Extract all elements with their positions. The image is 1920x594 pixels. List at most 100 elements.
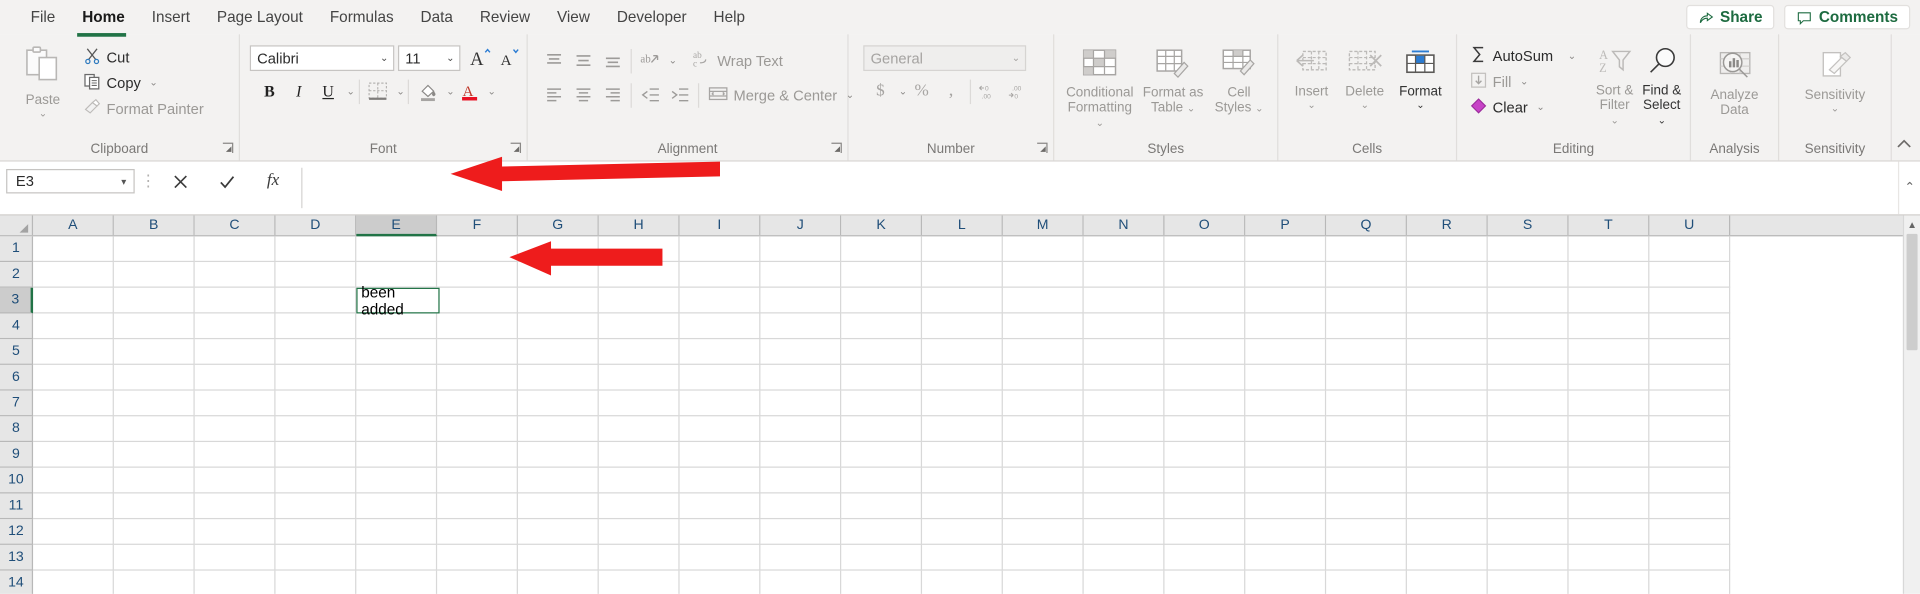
cell-J7[interactable] [760,391,841,417]
cell-H1[interactable] [599,236,680,262]
cell-G12[interactable] [518,519,599,545]
cell-G6[interactable] [518,365,599,391]
cell-G13[interactable] [518,545,599,571]
cell-B10[interactable] [114,468,195,494]
clear-chevron-down-icon[interactable]: ⌄ [1536,102,1544,113]
cell-M12[interactable] [1003,519,1084,545]
cell-B8[interactable] [114,416,195,442]
cell-N2[interactable] [1084,262,1165,288]
cell-T2[interactable] [1569,262,1650,288]
cell-K5[interactable] [841,339,922,365]
row-header-4[interactable]: 4 [0,313,33,339]
cell-O2[interactable] [1164,262,1245,288]
cell-G11[interactable] [518,493,599,519]
row-header-1[interactable]: 1 [0,236,33,262]
cell-F9[interactable] [437,442,518,468]
row-header-10[interactable]: 10 [0,468,33,494]
cell-F3[interactable] [437,288,518,314]
cell-U3[interactable] [1649,288,1730,314]
alignment-dialog-launcher-icon[interactable] [830,142,842,154]
cell-I7[interactable] [680,391,761,417]
cell-T5[interactable] [1569,339,1650,365]
cell-I1[interactable] [680,236,761,262]
cell-R5[interactable] [1407,339,1488,365]
increase-font-size-icon[interactable]: A [465,44,494,72]
column-header-k[interactable]: K [841,216,922,236]
cell-I3[interactable] [680,288,761,314]
cell-Q8[interactable] [1326,416,1407,442]
cell-J3[interactable] [760,288,841,314]
cell-A4[interactable] [33,313,114,339]
cell-P11[interactable] [1245,493,1326,519]
text-orientation-icon[interactable]: ab [636,47,665,75]
sensitivity-button[interactable]: Sensitivity ⌄ [1795,47,1876,113]
column-header-a[interactable]: A [33,216,114,236]
cell-P8[interactable] [1245,416,1326,442]
cell-A11[interactable] [33,493,114,519]
font-name-chevron-down-icon[interactable]: ⌄ [380,53,388,64]
cell-R8[interactable] [1407,416,1488,442]
cell-O9[interactable] [1164,442,1245,468]
cell-M7[interactable] [1003,391,1084,417]
cell-A6[interactable] [33,365,114,391]
cell-K10[interactable] [841,468,922,494]
cell-Q4[interactable] [1326,313,1407,339]
cell-K14[interactable] [841,571,922,594]
cell-I8[interactable] [680,416,761,442]
column-header-r[interactable]: R [1407,216,1488,236]
cell-D9[interactable] [276,442,357,468]
cell-C12[interactable] [195,519,276,545]
cell-L13[interactable] [922,545,1003,571]
tab-view[interactable]: View [544,4,604,31]
cell-N8[interactable] [1084,416,1165,442]
cell-B5[interactable] [114,339,195,365]
cell-I12[interactable] [680,519,761,545]
cell-E14[interactable] [356,571,437,594]
font-color-chevron-down-icon[interactable]: ⌄ [487,86,495,97]
cell-I9[interactable] [680,442,761,468]
cell-P3[interactable] [1245,288,1326,314]
cell-O6[interactable] [1164,365,1245,391]
share-button[interactable]: Share [1686,5,1775,29]
cell-L1[interactable] [922,236,1003,262]
cell-L5[interactable] [922,339,1003,365]
cell-D7[interactable] [276,391,357,417]
cell-D14[interactable] [276,571,357,594]
cell-C1[interactable] [195,236,276,262]
cell-L4[interactable] [922,313,1003,339]
cell-U8[interactable] [1649,416,1730,442]
fill-color-chevron-down-icon[interactable]: ⌄ [446,86,454,97]
tab-review[interactable]: Review [466,4,543,31]
cell-O14[interactable] [1164,571,1245,594]
tab-page-layout[interactable]: Page Layout [203,4,316,31]
insert-cells-button[interactable]: Insert ⌄ [1286,45,1337,109]
column-header-s[interactable]: S [1488,216,1569,236]
number-dialog-launcher-icon[interactable] [1036,142,1048,154]
cell-I5[interactable] [680,339,761,365]
cell-R12[interactable] [1407,519,1488,545]
cell-M4[interactable] [1003,313,1084,339]
cell-G4[interactable] [518,313,599,339]
font-size-input[interactable]: 11 ⌄ [398,45,460,71]
row-header-6[interactable]: 6 [0,365,33,391]
comma-style-icon[interactable]: , [936,77,965,105]
orientation-chevron-down-icon[interactable]: ⌄ [669,55,677,66]
cell-D4[interactable] [276,313,357,339]
delete-chevron-down-icon[interactable]: ⌄ [1361,100,1369,109]
cell-U14[interactable] [1649,571,1730,594]
cell-J14[interactable] [760,571,841,594]
cell-R4[interactable] [1407,313,1488,339]
cell-B3[interactable] [114,288,195,314]
column-header-d[interactable]: D [276,216,357,236]
paste-button[interactable]: Paste ⌄ [12,42,73,118]
sort-filter-button[interactable]: A Z Sort & Filter ⌄ [1596,43,1634,129]
cell-H5[interactable] [599,339,680,365]
cell-Q14[interactable] [1326,571,1407,594]
cell-T4[interactable] [1569,313,1650,339]
column-header-f[interactable]: F [437,216,518,236]
cell-M10[interactable] [1003,468,1084,494]
cell-G8[interactable] [518,416,599,442]
cell-S3[interactable] [1488,288,1569,314]
delete-cells-button[interactable]: Delete ⌄ [1337,45,1392,109]
cell-R7[interactable] [1407,391,1488,417]
